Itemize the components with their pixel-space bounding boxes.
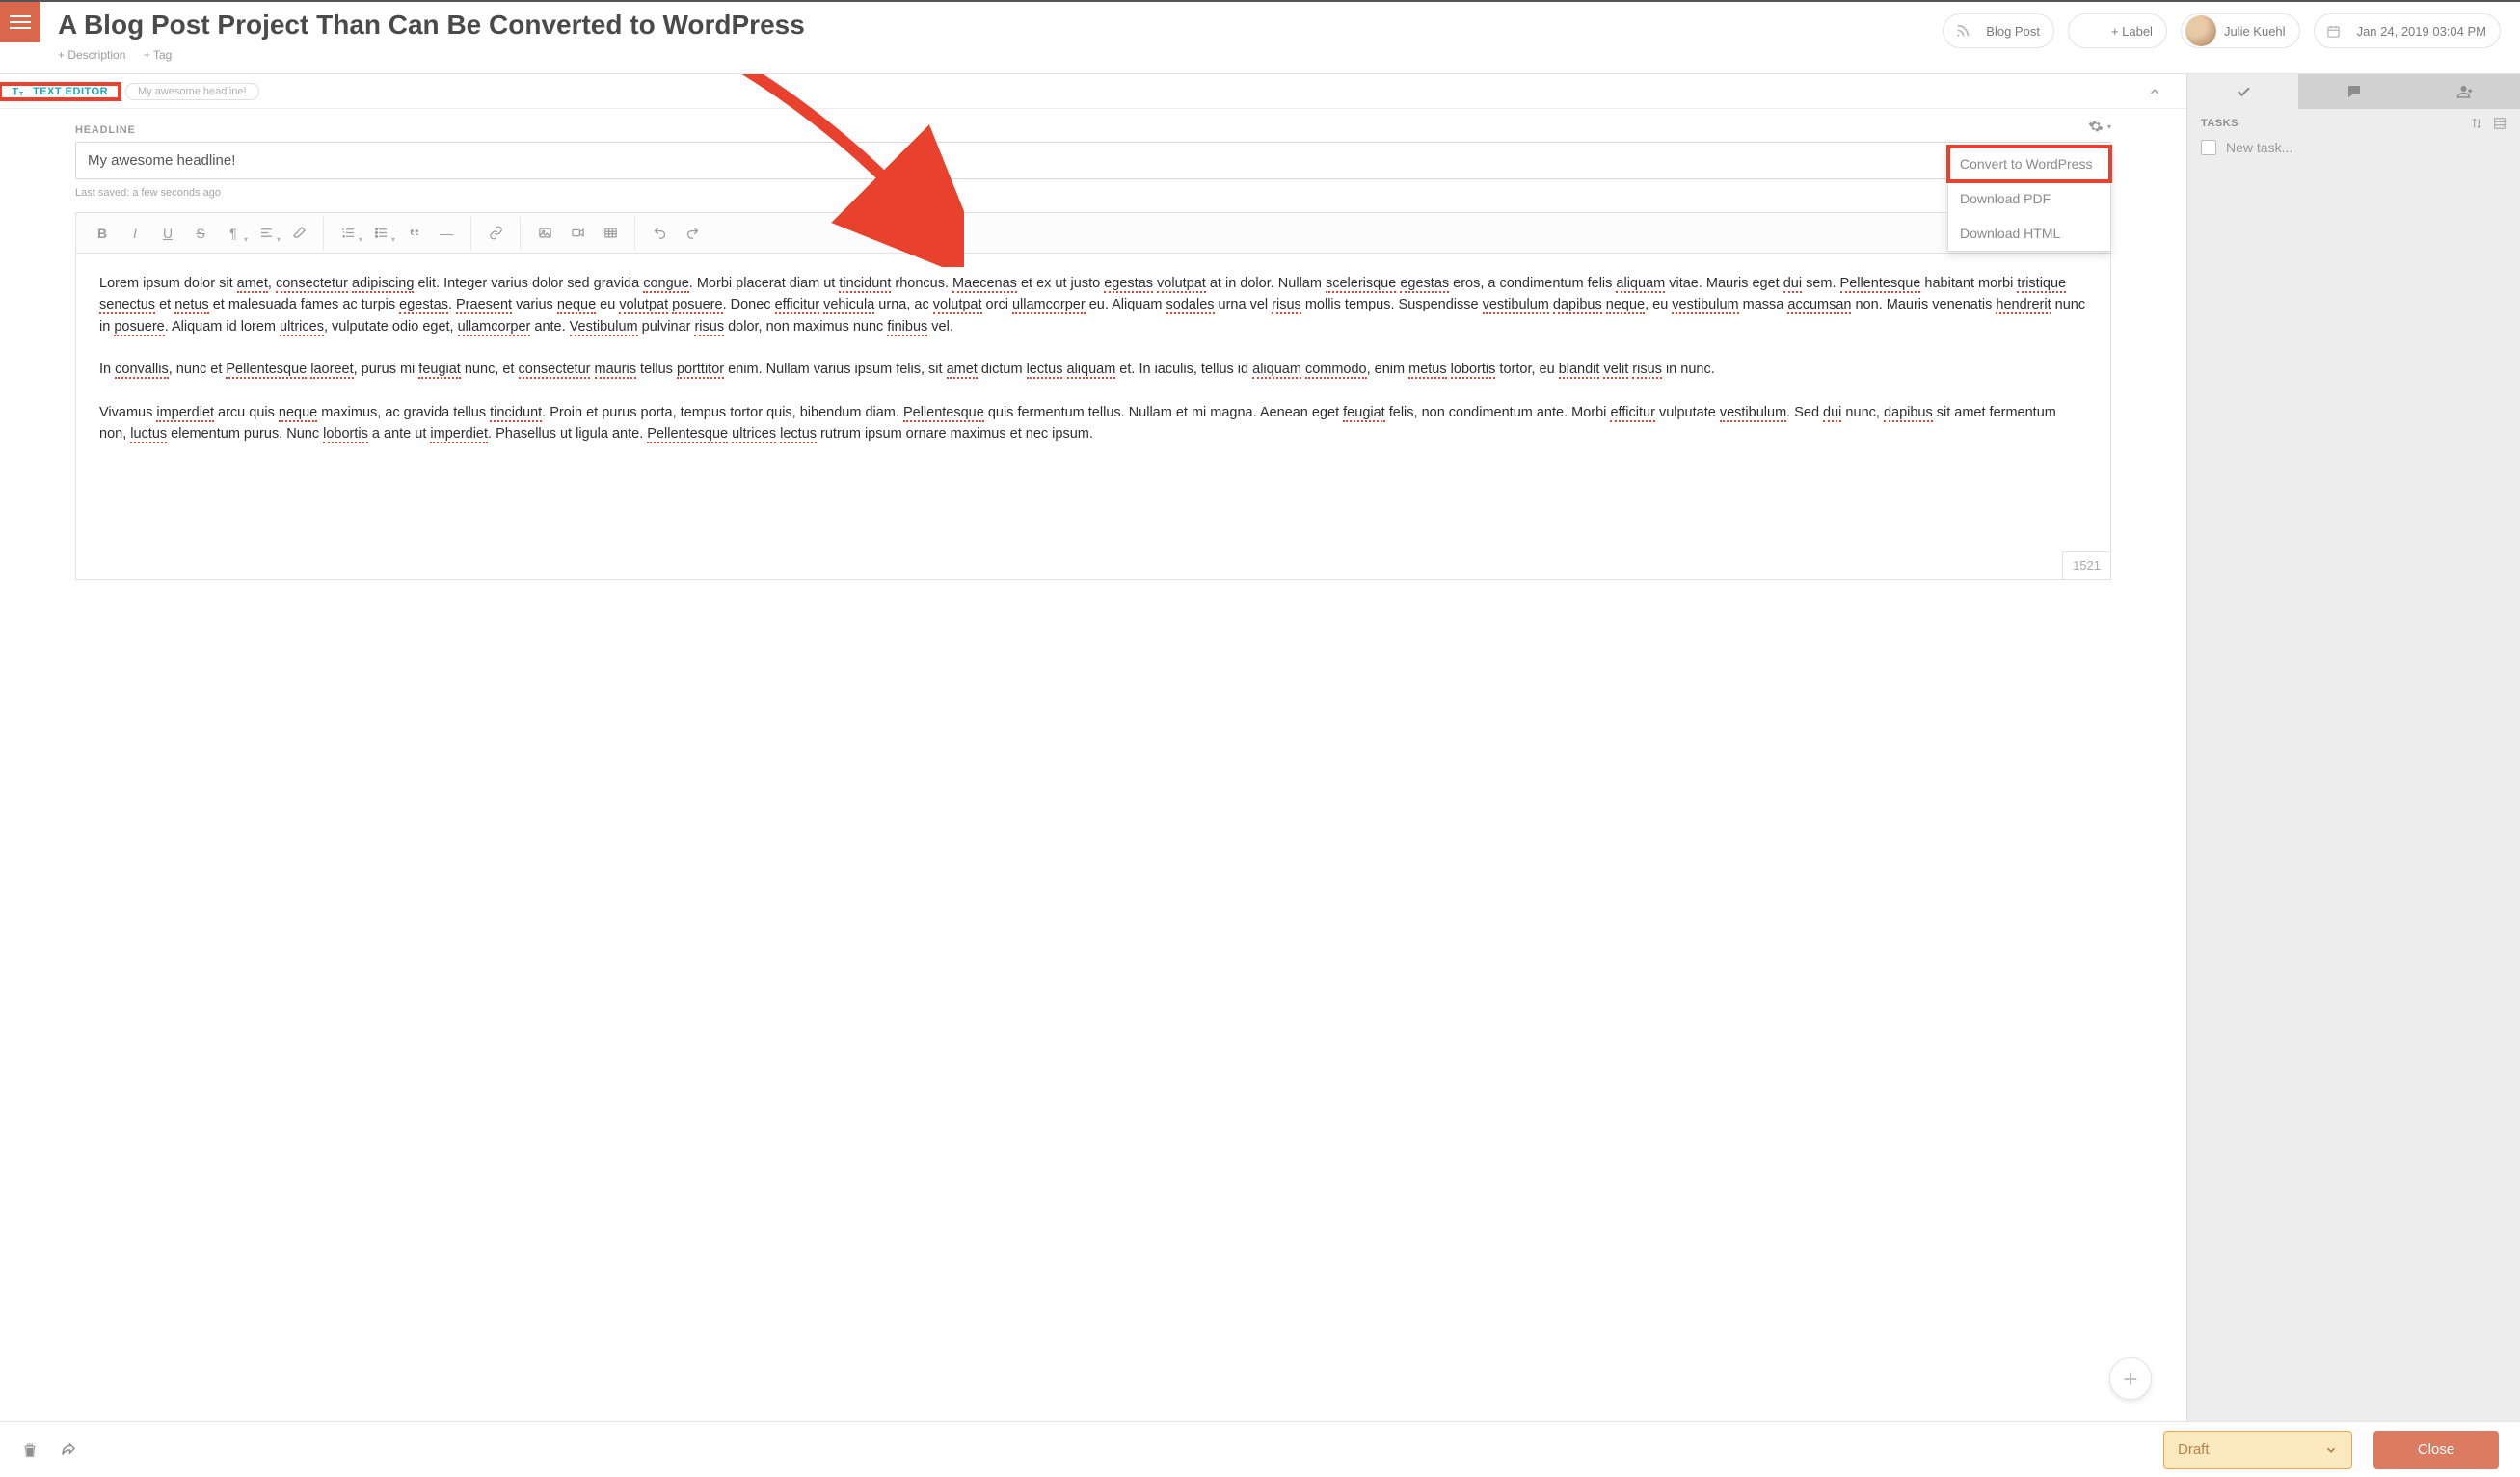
text-editor-chip[interactable]: TT TEXT EDITOR [0, 84, 120, 99]
svg-text:T: T [19, 91, 23, 97]
rich-text-toolbar: B I U S ¶ — [75, 212, 2111, 253]
sidebar-tab-people[interactable] [2409, 74, 2520, 109]
svg-text:T: T [13, 86, 19, 97]
label-placeholder-icon [2073, 15, 2104, 46]
table-button[interactable] [594, 217, 627, 250]
headline-input[interactable] [75, 142, 2111, 179]
dropdown-download-html[interactable]: Download HTML [1948, 216, 2110, 251]
undo-button[interactable] [643, 217, 676, 250]
trash-icon [21, 1441, 39, 1459]
rss-icon [1947, 15, 1978, 46]
editor-settings-dropdown: Convert to WordPress Download PDF Downlo… [1947, 146, 2111, 252]
dropdown-download-pdf[interactable]: Download PDF [1948, 181, 2110, 216]
quote-button[interactable] [397, 217, 430, 250]
add-label-pill[interactable]: + Label [2068, 13, 2167, 48]
ordered-list-button[interactable] [332, 217, 364, 250]
gear-icon [2088, 119, 2104, 134]
add-section-button[interactable]: + [2109, 1357, 2152, 1400]
paragraph-2: In convallis, nunc et Pellentesque laore… [99, 359, 2087, 380]
close-button[interactable]: Close [2373, 1431, 2499, 1469]
unordered-list-button[interactable] [364, 217, 397, 250]
chevron-up-icon [2148, 85, 2161, 98]
sort-tasks-button[interactable] [2470, 117, 2483, 130]
grid-icon [2493, 117, 2507, 130]
image-icon [538, 226, 552, 240]
align-icon [259, 226, 274, 240]
redo-button[interactable] [676, 217, 709, 250]
dropdown-convert-wordpress[interactable]: Convert to WordPress [1948, 147, 2110, 181]
status-select[interactable]: Draft [2163, 1431, 2352, 1469]
avatar [2185, 15, 2216, 46]
video-icon [571, 226, 585, 240]
content-type-label: Blog Post [1986, 24, 2040, 39]
user-name: Julie Kuehl [2224, 24, 2286, 39]
add-tag-link[interactable]: + Tag [144, 48, 172, 62]
share-icon [60, 1441, 77, 1459]
datetime-pill[interactable]: Jan 24, 2019 03:04 PM [2314, 13, 2501, 48]
delete-button[interactable] [21, 1441, 39, 1459]
add-description-link[interactable]: + Description [58, 48, 125, 62]
paragraph-1: Lorem ipsum dolor sit amet, consectetur … [99, 273, 2087, 337]
headline-chip[interactable]: My awesome headline! [125, 83, 259, 100]
calendar-icon [2319, 15, 2349, 46]
undo-icon [653, 226, 667, 240]
add-label-text: + Label [2111, 24, 2153, 39]
headline-label: HEADLINE [75, 124, 2111, 136]
underline-button[interactable]: U [151, 217, 184, 250]
page-title: A Blog Post Project Than Can Be Converte… [58, 10, 1925, 40]
top-header: A Blog Post Project Than Can Be Converte… [0, 2, 2520, 74]
editor-settings-button[interactable]: ▾ [2088, 119, 2111, 134]
user-pill[interactable]: Julie Kuehl [2181, 13, 2300, 48]
hr-button[interactable]: — [430, 217, 463, 250]
tasks-heading: TASKS [2201, 118, 2239, 129]
ul-icon [374, 226, 389, 240]
comment-icon [2346, 83, 2363, 100]
task-template-button[interactable] [2493, 117, 2507, 130]
paragraph-format-button[interactable]: ¶ [217, 217, 250, 250]
datetime-text: Jan 24, 2019 03:04 PM [2357, 24, 2486, 39]
menu-hamburger-button[interactable] [0, 2, 40, 42]
link-icon [489, 226, 503, 240]
align-button[interactable] [250, 217, 282, 250]
link-button[interactable] [479, 217, 512, 250]
right-sidebar: TASKS New task... [2186, 74, 2520, 1421]
text-editor-icon: TT [12, 84, 27, 99]
strikethrough-button[interactable]: S [184, 217, 217, 250]
chevron-down-icon [2324, 1443, 2338, 1457]
video-button[interactable] [561, 217, 594, 250]
table-icon [603, 226, 618, 240]
content-type-pill[interactable]: Blog Post [1943, 13, 2054, 48]
clear-format-button[interactable] [282, 217, 315, 250]
sidebar-tab-comments[interactable] [2298, 74, 2409, 109]
ol-icon [341, 226, 356, 240]
italic-button[interactable]: I [119, 217, 151, 250]
footer-bar: Draft Close [0, 1421, 2520, 1477]
bold-button[interactable]: B [86, 217, 119, 250]
redo-icon [685, 226, 700, 240]
editor-content[interactable]: Lorem ipsum dolor sit amet, consectetur … [75, 253, 2111, 580]
status-label: Draft [2178, 1441, 2210, 1458]
new-task-placeholder: New task... [2226, 140, 2292, 155]
sidebar-tab-checklist[interactable] [2187, 74, 2298, 109]
person-add-icon [2456, 83, 2474, 100]
check-icon [2235, 83, 2252, 100]
paragraph-3: Vivamus imperdiet arcu quis neque maximu… [99, 402, 2087, 445]
last-saved-text: Last saved: a few seconds ago [75, 187, 2111, 199]
eraser-icon [292, 226, 307, 240]
new-task-row[interactable]: New task... [2201, 140, 2507, 155]
collapse-editor-button[interactable] [2148, 85, 2186, 98]
chevron-down-icon: ▾ [2107, 122, 2111, 131]
task-checkbox[interactable] [2201, 140, 2216, 155]
quote-icon [407, 226, 421, 240]
share-button[interactable] [60, 1441, 77, 1459]
image-button[interactable] [528, 217, 561, 250]
word-count: 1521 [2062, 551, 2110, 579]
editor-chip-row: TT TEXT EDITOR My awesome headline! [0, 74, 2186, 109]
sort-icon [2470, 117, 2483, 130]
